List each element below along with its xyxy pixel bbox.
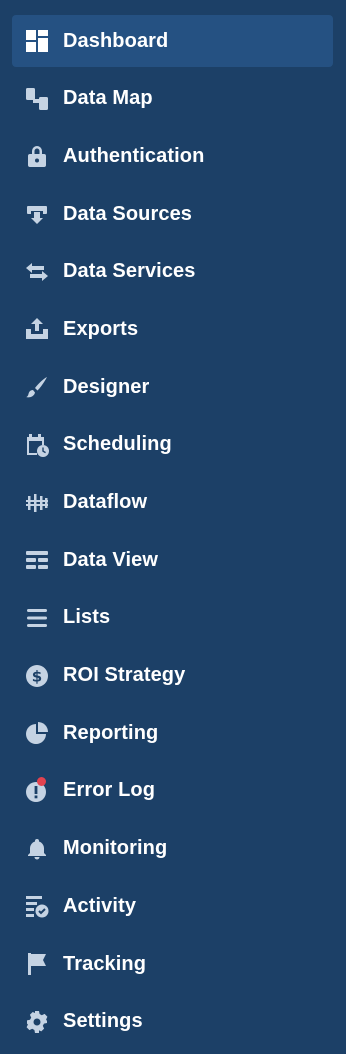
sidebar-item-label: Activity	[63, 894, 137, 917]
paintbrush-icon	[24, 374, 50, 400]
sidebar-item-label: Monitoring	[63, 837, 168, 860]
sidebar-item-error-log[interactable]: Error Log	[12, 765, 333, 817]
sidebar-item-dashboard[interactable]: Dashboard	[12, 15, 333, 67]
sidebar-item-authentication[interactable]: Authentication	[12, 130, 333, 182]
sidebar-item-data-map[interactable]: Data Map	[12, 73, 333, 125]
svg-text:$: $	[32, 667, 42, 685]
sidebar-item-dataflow[interactable]: Dataflow	[12, 477, 333, 529]
error-badge	[37, 776, 46, 786]
sidebar-item-lists[interactable]: Lists	[12, 592, 333, 644]
sidebar-item-label: Data View	[63, 548, 159, 571]
flag-icon	[24, 951, 50, 977]
sidebar-item-exports[interactable]: Exports	[12, 303, 333, 355]
sidebar-item-label: Dataflow	[63, 491, 148, 513]
sidebar-item-label: Data Services	[63, 260, 196, 283]
dashboard-icon	[24, 28, 50, 54]
sidebar-item-label: Data Sources	[63, 202, 193, 225]
calendar-clock-icon	[24, 432, 50, 458]
sidebar-item-label: Designer	[63, 375, 150, 398]
upload-tray-icon	[24, 316, 50, 342]
sidebar-item-label: Reporting	[63, 721, 159, 744]
sidebar-item-label: Exports	[63, 317, 139, 340]
sidebar-item-data-view[interactable]: Data View	[12, 534, 333, 586]
sidebar-item-label: Tracking	[63, 952, 147, 975]
sidebar-item-label: Authentication	[63, 144, 205, 167]
sidebar-nav: Dashboard Data Map Authentication Data S…	[0, 0, 346, 1054]
dollar-circle-icon: $	[24, 663, 50, 689]
data-sources-icon	[24, 201, 50, 227]
sidebar-item-activity[interactable]: Activity	[12, 880, 333, 932]
sidebar-item-label: Lists	[63, 606, 111, 629]
sidebar-item-tracking[interactable]: Tracking	[12, 938, 333, 990]
activity-check-icon	[24, 893, 50, 919]
gear-icon	[24, 1009, 50, 1035]
sidebar-item-label: Error Log	[63, 779, 156, 802]
sidebar-item-label: Data Map	[63, 87, 153, 110]
sidebar-item-label: ROI Strategy	[63, 664, 186, 687]
sidebar-item-settings[interactable]: Settings	[12, 996, 333, 1048]
lock-icon	[24, 143, 50, 169]
sidebar-item-designer[interactable]: Designer	[12, 361, 333, 413]
sidebar-item-data-sources[interactable]: Data Sources	[12, 188, 333, 240]
sidebar-item-label: Scheduling	[63, 433, 172, 456]
data-map-icon	[24, 86, 50, 112]
sidebar-item-roi-strategy[interactable]: $ ROI Strategy	[12, 650, 333, 702]
bell-icon	[24, 836, 50, 862]
sidebar-item-data-services[interactable]: Data Services	[12, 246, 333, 298]
sidebar-item-label: Settings	[63, 1010, 143, 1033]
table-view-icon	[24, 547, 50, 573]
pie-chart-icon	[24, 720, 50, 746]
list-icon	[24, 605, 50, 631]
swap-arrows-icon	[24, 259, 50, 285]
dataflow-icon	[24, 490, 50, 516]
sidebar-item-reporting[interactable]: Reporting	[12, 707, 333, 759]
sidebar-item-scheduling[interactable]: Scheduling	[12, 419, 333, 471]
sidebar-item-label: Dashboard	[63, 29, 169, 52]
sidebar-item-monitoring[interactable]: Monitoring	[12, 823, 333, 875]
